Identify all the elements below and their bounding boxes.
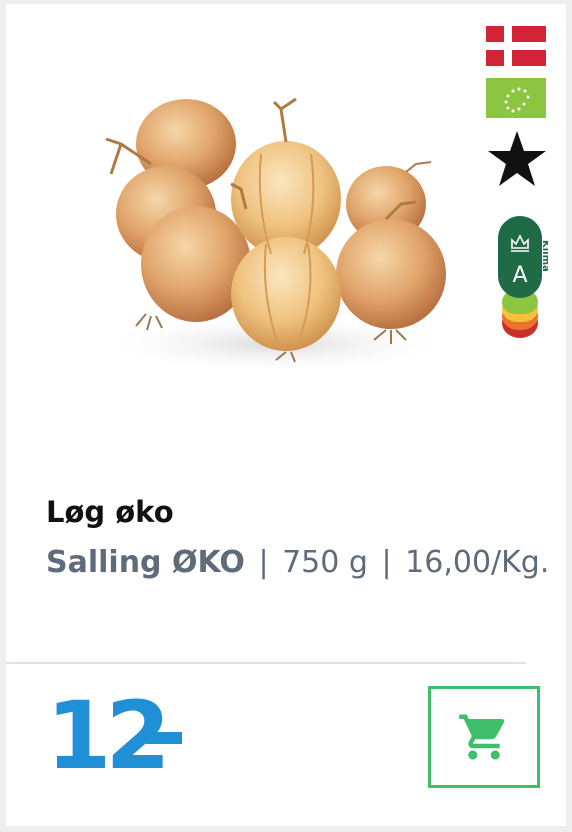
shopping-cart-icon (459, 714, 505, 760)
eu-organic-leaf-icon (486, 78, 546, 118)
product-details: Salling ØKO | 750 g | 16,00/Kg. (46, 534, 549, 592)
product-weight: 750 g (282, 545, 368, 580)
climate-grade-badge: A Klima (498, 216, 548, 338)
product-card[interactable]: A Klima Løg øko Salling ØKO | 750 g | 16… (6, 4, 566, 826)
product-unit-price: 16,00/Kg. (405, 545, 550, 580)
product-title[interactable]: Løg øko (46, 490, 536, 534)
climate-label: Klima (540, 240, 548, 272)
product-info: Løg øko Salling ØKO | 750 g | 16,00/Kg. (46, 490, 549, 592)
black-star-icon (488, 131, 546, 186)
climate-grade-letter: A (512, 263, 527, 288)
detail-separator: | (381, 545, 392, 580)
product-brand: Salling ØKO (46, 545, 245, 580)
denmark-flag-icon (486, 26, 546, 66)
detail-separator: | (258, 545, 269, 580)
card-divider (6, 662, 526, 664)
product-image-onions[interactable] (86, 94, 466, 394)
add-to-cart-button[interactable] (428, 686, 540, 788)
price-suffix-dash (146, 732, 182, 744)
